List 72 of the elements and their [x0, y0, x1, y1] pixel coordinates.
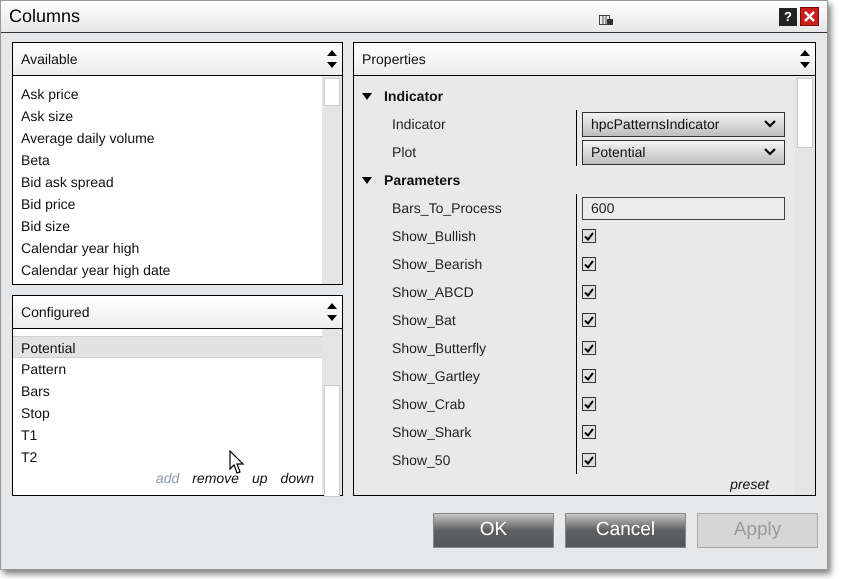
scrollbar[interactable]: [322, 329, 342, 495]
property-label: Show_50: [391, 450, 452, 470]
dropdown[interactable]: hpcPatternsIndicator: [582, 112, 785, 136]
list-item[interactable]: Stop: [13, 402, 322, 424]
property-label: Show_Bearish: [391, 254, 484, 274]
scrollbar-thumb[interactable]: [324, 78, 340, 106]
list-item[interactable]: T1: [13, 424, 322, 446]
scrollbar[interactable]: [322, 76, 342, 284]
list-item[interactable]: Calendar year high date: [21, 259, 322, 281]
checkbox[interactable]: [582, 397, 596, 411]
action-link[interactable]: down: [280, 468, 314, 489]
property-label: Indicator: [391, 114, 447, 134]
checkbox[interactable]: [582, 453, 596, 467]
scrollbar[interactable]: [795, 76, 815, 495]
property-label: Show_Shark: [391, 422, 472, 442]
list-item[interactable]: Bid size: [21, 215, 322, 237]
list-item[interactable]: T2: [13, 446, 322, 468]
scroll-down-icon[interactable]: [800, 62, 810, 68]
checkbox[interactable]: [582, 229, 596, 243]
scroll-up-icon[interactable]: [327, 50, 337, 56]
scroll-down-icon[interactable]: [327, 62, 337, 68]
action-link[interactable]: up: [252, 468, 268, 489]
dropdown[interactable]: Potential: [582, 140, 785, 164]
dialog-button[interactable]: OK: [433, 513, 554, 548]
checkbox[interactable]: [582, 341, 596, 355]
property-label: Show_Gartley: [391, 366, 481, 386]
input-field[interactable]: 600: [582, 196, 785, 220]
list-item[interactable]: Calendar year high: [21, 237, 322, 259]
chevron-down-icon: [764, 120, 776, 128]
chevron-down-icon: [764, 148, 776, 156]
panel-title: Properties: [361, 50, 427, 69]
list-item[interactable]: Ask price: [21, 83, 322, 105]
property-label: Show_Butterfly: [391, 338, 488, 358]
list-item[interactable]: Bid ask spread: [21, 171, 322, 193]
property-label: Show_Bullish: [391, 226, 478, 246]
window-title: Columns: [9, 5, 80, 28]
list-item[interactable]: Bid price: [21, 193, 322, 215]
list-item[interactable]: Pattern: [13, 358, 322, 380]
dialog-button[interactable]: Cancel: [565, 513, 686, 548]
mouse-cursor-icon: [229, 450, 245, 476]
window-layout-icon[interactable]: [599, 14, 613, 26]
property-label: Bars_To_Process: [391, 198, 503, 218]
property-label: Show_ABCD: [391, 282, 475, 302]
property-label: Plot: [391, 142, 418, 162]
category-label: Indicator: [384, 86, 444, 106]
panel-title: Configured: [20, 302, 90, 322]
scrollbar-thumb[interactable]: [797, 78, 813, 148]
property-label: Show_Crab: [391, 394, 466, 414]
close-button[interactable]: [800, 7, 819, 26]
list-item[interactable]: Bars: [13, 380, 322, 402]
scroll-up-icon[interactable]: [800, 50, 810, 56]
list-item[interactable]: Average daily volume: [21, 127, 322, 149]
action-link[interactable]: remove: [192, 468, 239, 489]
expand-triangle-icon[interactable]: [362, 92, 372, 100]
preset-link[interactable]: preset: [730, 474, 769, 495]
help-button[interactable]: ?: [779, 8, 797, 26]
list-item[interactable]: Ask size: [21, 105, 322, 127]
scroll-up-icon[interactable]: [327, 303, 337, 309]
panel-title: Available: [20, 50, 79, 68]
checkbox[interactable]: [582, 313, 596, 327]
checkbox[interactable]: [582, 285, 596, 299]
checkbox[interactable]: [582, 369, 596, 383]
close-icon: [804, 11, 815, 22]
checkbox[interactable]: [582, 257, 596, 271]
expand-triangle-icon[interactable]: [362, 176, 372, 184]
scrollbar-thumb[interactable]: [324, 385, 340, 497]
checkbox[interactable]: [582, 425, 596, 439]
list-item[interactable]: Beta: [21, 149, 322, 171]
category-label: Parameters: [384, 170, 460, 190]
property-label: Show_Bat: [391, 310, 457, 330]
list-item[interactable]: Potential: [13, 336, 322, 358]
scroll-down-icon[interactable]: [327, 315, 337, 321]
